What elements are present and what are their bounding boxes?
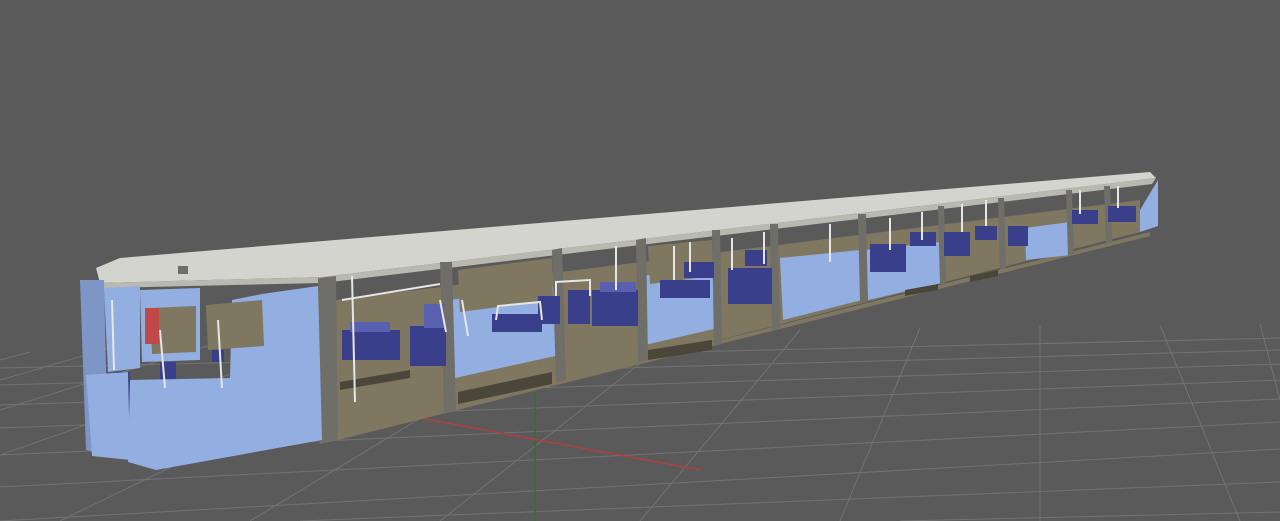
seat-row [975, 226, 997, 240]
seat-row [1008, 226, 1028, 246]
cab-side-window [206, 300, 264, 350]
seat-row [568, 290, 590, 324]
seat-row [212, 350, 224, 362]
side-panel [1025, 222, 1071, 260]
seat-row [1072, 210, 1098, 224]
viewport-canvas[interactable] [0, 0, 1280, 521]
seat-row [728, 268, 772, 304]
seat-row [660, 280, 710, 298]
headlight [178, 266, 188, 274]
cab-poster [145, 308, 159, 344]
seat-row [410, 326, 446, 366]
seat-row [684, 262, 714, 278]
cab-left-pillar [104, 286, 140, 372]
seat-row [492, 314, 542, 332]
seat-row [342, 330, 400, 360]
seat-back [600, 282, 636, 292]
seat-row [944, 232, 970, 256]
seat-row [870, 244, 906, 272]
3d-viewport[interactable] [0, 0, 1280, 521]
seat-back [350, 322, 390, 332]
cab-lower-front [86, 372, 130, 460]
seat-row [1108, 206, 1136, 222]
seat-row [592, 290, 638, 326]
